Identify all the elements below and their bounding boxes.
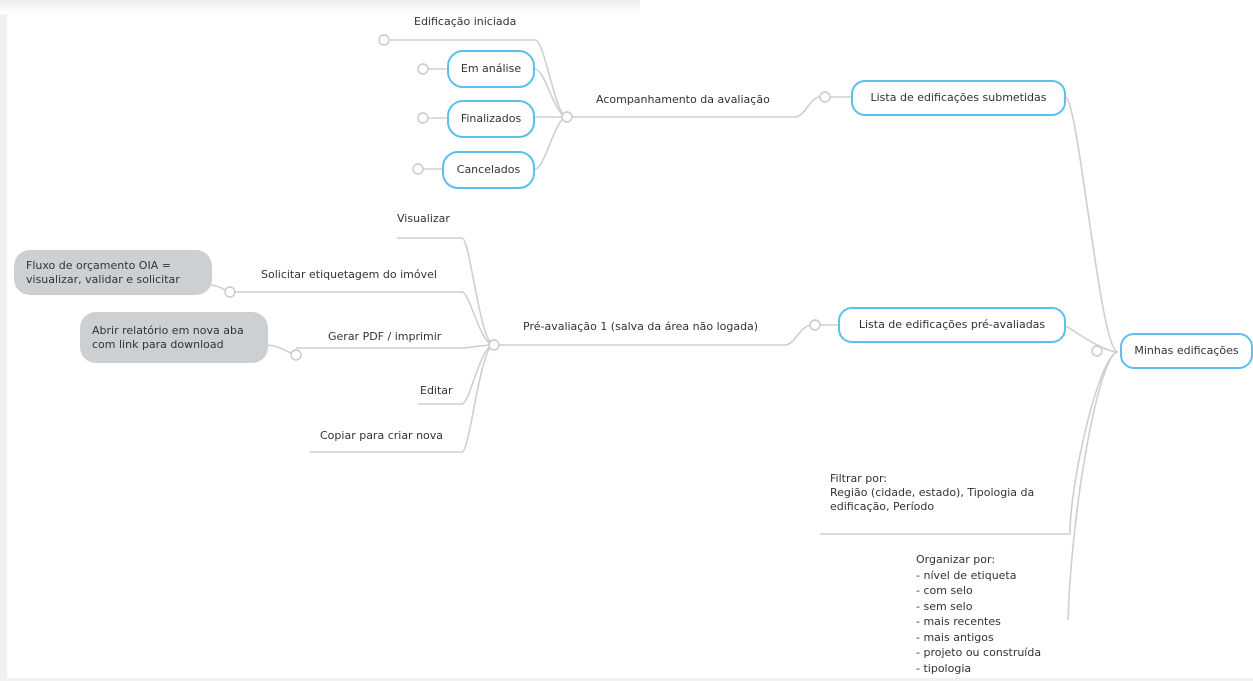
node-solicitar[interactable]: Solicitar etiquetagem do imóvel bbox=[261, 268, 437, 282]
node-cancelados[interactable]: Cancelados bbox=[442, 151, 535, 189]
node-em-analise[interactable]: Em análise bbox=[447, 50, 535, 88]
edge-root-submetidas bbox=[1065, 96, 1119, 353]
handle-cancelados bbox=[412, 163, 424, 175]
edge-cancelados bbox=[534, 116, 568, 170]
handle-acompanhamento bbox=[561, 111, 573, 123]
handle-preavaliadas bbox=[809, 319, 821, 331]
root-node[interactable]: Minhas edificações bbox=[1120, 333, 1253, 369]
handle-finalizados bbox=[417, 112, 429, 124]
node-acompanhamento[interactable]: Acompanhamento da avaliação bbox=[596, 93, 770, 107]
handle-solicitar-note bbox=[224, 286, 236, 298]
edge-gerar-pdf bbox=[296, 344, 495, 349]
handle-preavaliacao bbox=[488, 339, 500, 351]
handle-edificacao-iniciada bbox=[378, 34, 390, 46]
node-copiar[interactable]: Copiar para criar nova bbox=[320, 429, 443, 443]
edge-em-analise bbox=[534, 68, 568, 118]
node-visualizar[interactable]: Visualizar bbox=[397, 212, 450, 226]
handle-root bbox=[1091, 345, 1103, 357]
branch-submetidas[interactable]: Lista de edificações submetidas bbox=[851, 80, 1066, 116]
note-fluxo-orcamento[interactable]: Fluxo de orçamento OIA = visualizar, val… bbox=[14, 250, 212, 295]
node-editar[interactable]: Editar bbox=[420, 384, 453, 398]
branch-preavaliadas[interactable]: Lista de edificações pré-avaliadas bbox=[838, 307, 1066, 343]
node-edificacao-iniciada[interactable]: Edificação iniciada bbox=[414, 15, 516, 29]
handle-em-analise bbox=[417, 63, 429, 75]
node-filtrar[interactable]: Filtrar por: Região (cidade, estado), Ti… bbox=[830, 472, 1070, 514]
organizar-clip: Organizar por: - nível de etiqueta - com… bbox=[900, 544, 1100, 678]
note-abrir-relatorio[interactable]: Abrir relatório em nova aba com link par… bbox=[80, 312, 268, 363]
node-preavaliacao[interactable]: Pré-avaliação 1 (salva da área não logad… bbox=[523, 320, 758, 334]
node-organizar[interactable]: Organizar por: - nível de etiqueta - com… bbox=[916, 552, 1041, 676]
node-gerar-pdf[interactable]: Gerar PDF / imprimir bbox=[328, 330, 441, 344]
handle-submetidas bbox=[819, 91, 831, 103]
handle-gerar-note bbox=[290, 349, 302, 361]
node-finalizados[interactable]: Finalizados bbox=[447, 100, 535, 138]
